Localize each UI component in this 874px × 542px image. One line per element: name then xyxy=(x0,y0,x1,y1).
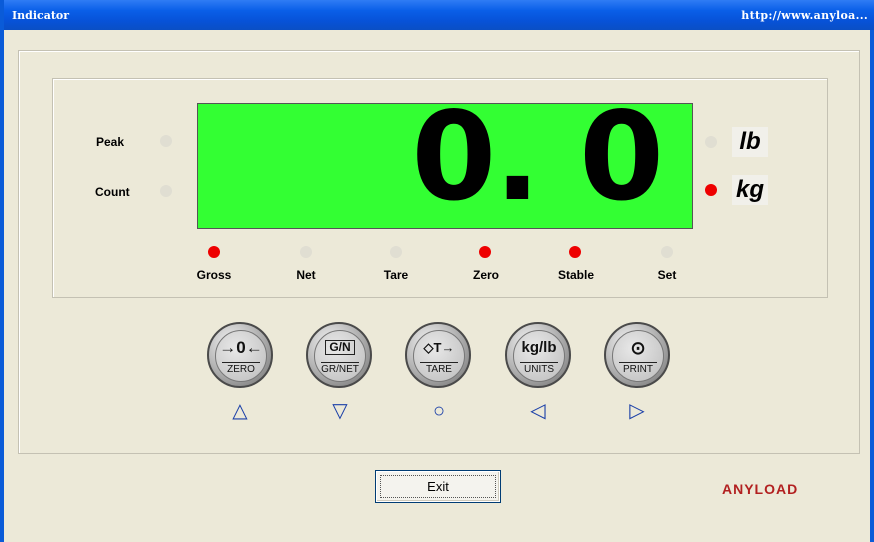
down-arrow-icon[interactable]: ▽ xyxy=(329,400,351,422)
tare-icon: ◇T→ TARE xyxy=(413,330,465,382)
exit-button[interactable]: Exit xyxy=(375,470,501,503)
zero-led xyxy=(479,246,491,258)
gross-net-symbol: G/N xyxy=(325,340,355,355)
up-arrow-icon[interactable]: △ xyxy=(229,400,251,422)
gross-label: Gross xyxy=(196,268,232,282)
units-button[interactable]: kg/lb UNITS xyxy=(505,322,571,388)
title-bar[interactable]: Indicator http://www.anyloa... xyxy=(4,0,874,30)
zero-label: Zero xyxy=(472,268,499,282)
zero-button[interactable]: →0← ZERO xyxy=(207,322,273,388)
gross-net-button-label: GR/NET xyxy=(321,362,359,375)
print-icon: ⊙ PRINT xyxy=(612,330,664,382)
kg-led xyxy=(705,184,717,196)
print-symbol: ⊙ xyxy=(630,338,646,358)
right-arrow-icon[interactable]: ▷ xyxy=(626,400,648,422)
tare-label: Tare xyxy=(383,268,409,282)
print-button-label: PRINT xyxy=(619,362,657,375)
lb-led xyxy=(705,136,717,148)
zero-symbol: →0← xyxy=(219,338,263,357)
peak-label: Peak xyxy=(96,135,125,149)
zero-icon: →0← ZERO xyxy=(215,330,267,382)
weight-reading: 0. 0 xyxy=(411,86,664,228)
peak-led xyxy=(160,135,172,147)
exit-button-label: Exit xyxy=(427,479,449,494)
anyload-logo: ANYLOAD xyxy=(722,481,799,497)
count-led xyxy=(160,185,172,197)
gross-led xyxy=(208,246,220,258)
gross-net-button[interactable]: G/N GR/NET xyxy=(306,322,372,388)
window-title: Indicator xyxy=(12,9,70,22)
gross-net-icon: G/N GR/NET xyxy=(314,330,366,382)
window-url: http://www.anyloa... xyxy=(741,9,868,22)
left-arrow-icon[interactable]: ◁ xyxy=(527,400,549,422)
stable-label: Stable xyxy=(557,268,594,282)
stable-led xyxy=(569,246,581,258)
circle-icon[interactable]: ○ xyxy=(428,400,450,422)
tare-symbol: ◇T→ xyxy=(423,340,455,355)
count-label: Count xyxy=(95,185,130,199)
units-symbol: kg/lb xyxy=(521,339,557,356)
units-button-label: UNITS xyxy=(520,362,558,375)
unit-lb: lb xyxy=(732,127,768,157)
net-label: Net xyxy=(296,268,316,282)
net-led xyxy=(300,246,312,258)
tare-button-label: TARE xyxy=(420,362,458,375)
zero-button-label: ZERO xyxy=(222,362,260,375)
print-button[interactable]: ⊙ PRINT xyxy=(604,322,670,388)
set-label: Set xyxy=(657,268,677,282)
set-led xyxy=(661,246,673,258)
tare-button[interactable]: ◇T→ TARE xyxy=(405,322,471,388)
units-icon: kg/lb UNITS xyxy=(513,330,565,382)
unit-kg: kg xyxy=(732,175,768,205)
weight-display: 0. 0 xyxy=(197,96,693,229)
tare-led xyxy=(390,246,402,258)
